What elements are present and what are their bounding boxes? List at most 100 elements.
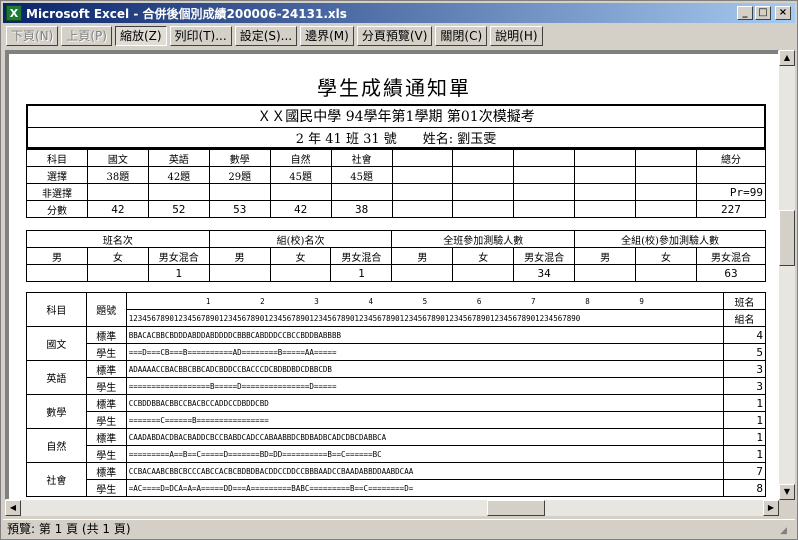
answer-subject: 數學 xyxy=(26,394,87,429)
choice-count: 29題 xyxy=(208,166,271,184)
scroll-left-icon[interactable]: ◀ xyxy=(5,500,21,516)
vertical-scrollbar[interactable]: ▲ ▼ xyxy=(779,50,795,500)
vertical-scroll-thumb[interactable] xyxy=(779,210,795,266)
student-answers: =========A==B==C=====D=======BD=DD======… xyxy=(125,445,725,463)
preview-area[interactable]: 學生成績通知單 ＸＸ國民中學 94學年第1學期 第01次模擬考 2 年 41 班… xyxy=(5,50,779,500)
mixed-label: 男女混合 xyxy=(147,247,210,265)
rank-table: 班名次 組(校)名次 全班參加測驗人數 全組(校)參加測驗人數 男 女 男女混合… xyxy=(26,230,767,282)
score-value: 42 xyxy=(86,200,149,218)
nonchoice-label: 非選擇 xyxy=(26,183,88,201)
student-label: 學生 xyxy=(85,377,127,395)
student-answers: ===D===CB===B==========AD========B=====A… xyxy=(125,343,725,361)
group-rank-mixed: 1 xyxy=(330,264,393,282)
zoom-button[interactable]: 縮放(Z) xyxy=(114,26,167,46)
class-rank-value: 3 xyxy=(723,360,766,378)
exam-header-table: ＸＸ國民中學 94學年第1學期 第01次模擬考 2 年 41 班 31 號 姓名… xyxy=(26,104,766,149)
maximize-button[interactable]: □ xyxy=(755,6,771,20)
standard-label: 標準 xyxy=(85,360,127,378)
print-preview-toolbar: 下頁(N) 上頁(P) 縮放(Z) 列印(T)... 設定(S)... 邊界(M… xyxy=(3,24,795,48)
rank-group-label: 組名 xyxy=(723,309,766,327)
choice-count: 45題 xyxy=(269,166,332,184)
excel-window: X Microsoft Excel - 合併後個別成績200006-24131.… xyxy=(0,0,798,540)
group-rank-value: 3 xyxy=(723,377,766,395)
standard-label: 標準 xyxy=(85,428,127,446)
standard-answers: CAADABDACDBACBADDCBCCBABDCADCCABAABBDCBD… xyxy=(125,428,725,446)
score-table: 科目 國文 英語 數學 自然 社會 總分 選擇 38題 42題 29題 45題 … xyxy=(26,149,767,218)
standard-answers: CCBDDBBACBBCCBACBCCADDCCDBDDCBD xyxy=(125,394,725,412)
score-value: 42 xyxy=(269,200,332,218)
resize-grip-icon[interactable]: ◢ xyxy=(780,522,792,536)
status-bar: 預覽: 第 1 頁 (共 1 頁) ◢ xyxy=(3,519,795,537)
subject-chinese: 國文 xyxy=(86,149,149,167)
report-title: 學生成績通知單 xyxy=(317,76,471,100)
answer-subject: 社會 xyxy=(26,462,87,497)
preview-page[interactable]: 學生成績通知單 ＸＸ國民中學 94學年第1學期 第01次模擬考 2 年 41 班… xyxy=(9,54,778,499)
mixed-label: 男女混合 xyxy=(330,247,393,265)
group-count-header: 全組(校)參加測驗人數 xyxy=(574,230,766,248)
choice-count: 42題 xyxy=(147,166,210,184)
total-score: 227 xyxy=(695,200,767,218)
window-title: Microsoft Excel - 合併後個別成績200006-24131.xl… xyxy=(26,6,347,21)
horizontal-scroll-thumb[interactable] xyxy=(487,500,545,516)
total-header: 總分 xyxy=(695,149,767,167)
male-label: 男 xyxy=(208,247,271,265)
answer-subject: 自然 xyxy=(26,428,87,463)
print-button[interactable]: 列印(T)... xyxy=(169,26,232,46)
subject-math: 數學 xyxy=(208,149,271,167)
class-count-header: 全班參加測驗人數 xyxy=(391,230,576,248)
horizontal-scrollbar[interactable]: ◀ ▶ xyxy=(5,500,779,516)
subject-social: 社會 xyxy=(330,149,393,167)
excel-app-icon[interactable]: X xyxy=(6,5,22,21)
standard-label: 標準 xyxy=(85,462,127,480)
pr-value: Pr=99 xyxy=(695,183,767,201)
question-header: 題號 xyxy=(85,292,127,327)
close-window-button[interactable]: × xyxy=(775,6,791,20)
mixed-label: 男女混合 xyxy=(695,247,767,265)
class-count-mixed: 34 xyxy=(513,264,576,282)
group-rank-value: 1 xyxy=(723,411,766,429)
male-label: 男 xyxy=(391,247,454,265)
class-rank-value: 1 xyxy=(723,428,766,446)
help-button[interactable]: 說明(H) xyxy=(490,26,543,46)
next-page-button[interactable]: 下頁(N) xyxy=(6,26,59,46)
prev-page-button[interactable]: 上頁(P) xyxy=(61,26,112,46)
student-label: 學生 xyxy=(85,411,127,429)
group-count-mixed: 63 xyxy=(695,264,767,282)
answer-subject: 英語 xyxy=(26,360,87,395)
scroll-down-icon[interactable]: ▼ xyxy=(779,484,795,500)
subject-science: 自然 xyxy=(269,149,332,167)
score-label: 分數 xyxy=(26,200,88,218)
title-bar[interactable]: X Microsoft Excel - 合併後個別成績200006-24131.… xyxy=(3,3,795,23)
female-label: 女 xyxy=(452,247,515,265)
student-label: 學生 xyxy=(85,343,127,361)
student-info: 2 年 41 班 31 號 姓名: 劉玉雯 xyxy=(26,126,766,148)
group-rank-value: 8 xyxy=(723,479,766,497)
subject-header: 科目 xyxy=(26,149,88,167)
class-rank-value: 1 xyxy=(723,394,766,412)
margins-button[interactable]: 邊界(M) xyxy=(300,26,354,46)
scroll-right-icon[interactable]: ▶ xyxy=(763,500,779,516)
minimize-button[interactable]: _ xyxy=(737,6,753,20)
class-rank-value: 4 xyxy=(723,326,766,344)
scroll-up-icon[interactable]: ▲ xyxy=(779,50,795,66)
choice-label: 選擇 xyxy=(26,166,88,184)
class-rank-mixed: 1 xyxy=(147,264,210,282)
status-text: 預覽: 第 1 頁 (共 1 頁) xyxy=(7,522,131,536)
rank-class-label: 班名 xyxy=(723,292,766,310)
standard-answers: CCBACAABCBBCBCCCABCCACBCBDBDBACDDCCDDCCB… xyxy=(125,462,725,480)
group-rank-value: 1 xyxy=(723,445,766,463)
page-break-preview-button[interactable]: 分頁預覽(V) xyxy=(356,26,433,46)
student-answers: =======C======B================ xyxy=(125,411,725,429)
score-value: 38 xyxy=(330,200,393,218)
male-label: 男 xyxy=(574,247,637,265)
class-rank-value: 7 xyxy=(723,462,766,480)
page-setup-button[interactable]: 設定(S)... xyxy=(234,26,298,46)
choice-count: 38題 xyxy=(86,166,149,184)
close-preview-button[interactable]: 關閉(C) xyxy=(435,26,488,46)
female-label: 女 xyxy=(269,247,332,265)
standard-label: 標準 xyxy=(85,326,127,344)
student-label: 學生 xyxy=(85,479,127,497)
answer-subject-header: 科目 xyxy=(26,292,87,327)
answer-table: 科目 題號 1 2 3 4 5 6 7 8 9 班名 1234567890123… xyxy=(26,292,766,497)
question-ones: 1234567890123456789012345678901234567890… xyxy=(125,309,725,327)
